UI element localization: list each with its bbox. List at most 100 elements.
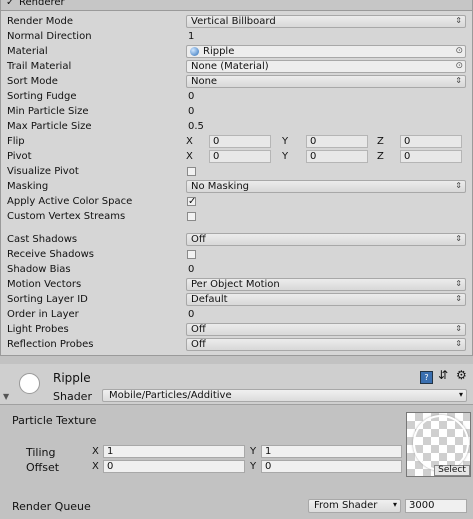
flip-z-axis-label: Z [377, 136, 384, 147]
tiling-y-field[interactable]: 1 [261, 445, 402, 458]
preset-icon[interactable]: ⇵ [438, 368, 448, 382]
offset-y-field[interactable]: 0 [261, 460, 402, 473]
tiling-y-axis-label: Y [250, 446, 257, 457]
max-particle-size-label: Max Particle Size [7, 121, 92, 132]
sorting-layer-id-value: Default [191, 294, 228, 305]
row-visualize-pivot: Visualize Pivot [1, 165, 469, 180]
help-book-icon[interactable]: ? [420, 371, 433, 384]
sort-mode-dropdown[interactable]: None ⇕ [186, 75, 466, 88]
flip-x-value: 0 [213, 136, 220, 147]
order-in-layer-field[interactable]: 0 [188, 309, 194, 320]
chevron-updown-icon: ⇕ [455, 324, 462, 333]
chevron-updown-icon: ⇕ [455, 294, 462, 303]
light-probes-label: Light Probes [7, 324, 69, 335]
light-probes-value: Off [191, 324, 206, 335]
shader-dropdown[interactable]: Mobile/Particles/Additive ▾ [102, 389, 467, 402]
collapse-arrow-icon[interactable]: ▼ [3, 392, 9, 401]
renderer-enabled-checkbox[interactable]: ✓ [6, 0, 14, 8]
row-order-in-layer: Order in Layer 0 [1, 308, 469, 323]
chevron-updown-icon: ⇕ [455, 16, 462, 25]
sorting-fudge-field[interactable]: 0 [188, 91, 194, 102]
flip-y-field[interactable]: 0 [306, 135, 368, 148]
render-mode-label: Render Mode [7, 16, 74, 27]
normal-direction-label: Normal Direction [7, 31, 92, 42]
motion-vectors-dropdown[interactable]: Per Object Motion ⇕ [186, 278, 466, 291]
pivot-z-axis-label: Z [377, 151, 384, 162]
sorting-fudge-label: Sorting Fudge [7, 91, 77, 102]
reflection-probes-label: Reflection Probes [7, 339, 94, 350]
flip-x-field[interactable]: 0 [209, 135, 271, 148]
reflection-probes-value: Off [191, 339, 206, 350]
light-probes-dropdown[interactable]: Off ⇕ [186, 323, 466, 336]
render-queue-value-field[interactable]: 3000 [405, 499, 467, 513]
chevron-down-icon: ▾ [392, 500, 397, 509]
flip-label: Flip [7, 136, 25, 147]
sorting-layer-id-dropdown[interactable]: Default ⇕ [186, 293, 466, 306]
receive-shadows-label: Receive Shadows [7, 249, 94, 260]
tiling-x-field[interactable]: 1 [103, 445, 245, 458]
custom-vertex-streams-checkbox[interactable] [187, 212, 196, 221]
visualize-pivot-checkbox[interactable] [187, 167, 196, 176]
row-material: Material Ripple ⊙ [1, 45, 469, 60]
object-picker-icon[interactable]: ⊙ [455, 46, 463, 56]
motion-vectors-label: Motion Vectors [7, 279, 82, 290]
render-queue-mode-dropdown[interactable]: From Shader ▾ [308, 499, 401, 513]
sort-mode-value: None [191, 76, 218, 87]
tiling-label: Tiling [26, 446, 56, 459]
min-particle-size-field[interactable]: 0 [188, 106, 194, 117]
particle-texture-label: Particle Texture [12, 414, 97, 427]
row-apply-active-color-space: Apply Active Color Space ✓ [1, 195, 469, 210]
renderer-header[interactable]: ✓ Renderer [1, 0, 472, 11]
flip-y-axis-label: Y [282, 136, 289, 147]
chevron-updown-icon: ⇕ [455, 339, 462, 348]
material-sphere-icon [190, 47, 199, 56]
row-shadow-bias: Shadow Bias 0 [1, 263, 469, 278]
trail-material-object-field[interactable]: None (Material) ⊙ [186, 60, 466, 73]
chevron-updown-icon: ⇕ [455, 234, 462, 243]
tiling-x-axis-label: X [92, 446, 99, 457]
max-particle-size-field[interactable]: 0.5 [188, 121, 204, 132]
flip-z-field[interactable]: 0 [400, 135, 462, 148]
row-masking: Masking No Masking ⇕ [1, 180, 469, 195]
normal-direction-field[interactable]: 1 [188, 31, 194, 42]
row-render-mode: Render Mode Vertical Billboard ⇕ [1, 15, 469, 30]
pivot-z-field[interactable]: 0 [400, 150, 462, 163]
row-max-particle-size: Max Particle Size 0.5 [1, 120, 469, 135]
render-mode-value: Vertical Billboard [191, 16, 276, 27]
flip-x-axis-label: X [186, 136, 193, 147]
pivot-x-axis-label: X [186, 151, 193, 162]
apply-active-color-space-checkbox[interactable]: ✓ [187, 197, 196, 207]
row-light-probes: Light Probes Off ⇕ [1, 323, 469, 338]
receive-shadows-checkbox[interactable] [187, 250, 196, 259]
masking-dropdown[interactable]: No Masking ⇕ [186, 180, 466, 193]
row-min-particle-size: Min Particle Size 0 [1, 105, 469, 120]
pivot-x-field[interactable]: 0 [209, 150, 271, 163]
render-mode-dropdown[interactable]: Vertical Billboard ⇕ [186, 15, 466, 28]
sorting-layer-id-label: Sorting Layer ID [7, 294, 88, 305]
material-object-field[interactable]: Ripple ⊙ [186, 45, 466, 58]
select-texture-button[interactable]: Select [434, 465, 470, 476]
trail-material-label: Trail Material [7, 61, 72, 72]
renderer-title: Renderer [19, 0, 65, 8]
offset-x-field[interactable]: 0 [103, 460, 245, 473]
chevron-updown-icon: ⇕ [455, 76, 462, 85]
cast-shadows-dropdown[interactable]: Off ⇕ [186, 233, 466, 246]
texture-slot[interactable]: Select [406, 412, 471, 477]
row-sorting-layer-id: Sorting Layer ID Default ⇕ [1, 293, 469, 308]
cast-shadows-label: Cast Shadows [7, 234, 78, 245]
pivot-y-field[interactable]: 0 [306, 150, 368, 163]
gear-icon[interactable]: ⚙ [456, 368, 467, 382]
min-particle-size-label: Min Particle Size [7, 106, 89, 117]
row-reflection-probes: Reflection Probes Off ⇕ [1, 338, 469, 353]
row-flip: Flip X 0 Y 0 Z 0 [1, 135, 469, 150]
custom-vertex-streams-label: Custom Vertex Streams [7, 211, 126, 222]
row-custom-vertex-streams: Custom Vertex Streams [1, 210, 469, 225]
reflection-probes-dropdown[interactable]: Off ⇕ [186, 338, 466, 351]
row-motion-vectors: Motion Vectors Per Object Motion ⇕ [1, 278, 469, 293]
object-picker-icon[interactable]: ⊙ [455, 61, 463, 71]
shadow-bias-field[interactable]: 0 [188, 264, 194, 275]
material-value: Ripple [203, 46, 235, 57]
cast-shadows-value: Off [191, 234, 206, 245]
offset-label: Offset [26, 461, 60, 474]
flip-y-value: 0 [310, 136, 317, 147]
